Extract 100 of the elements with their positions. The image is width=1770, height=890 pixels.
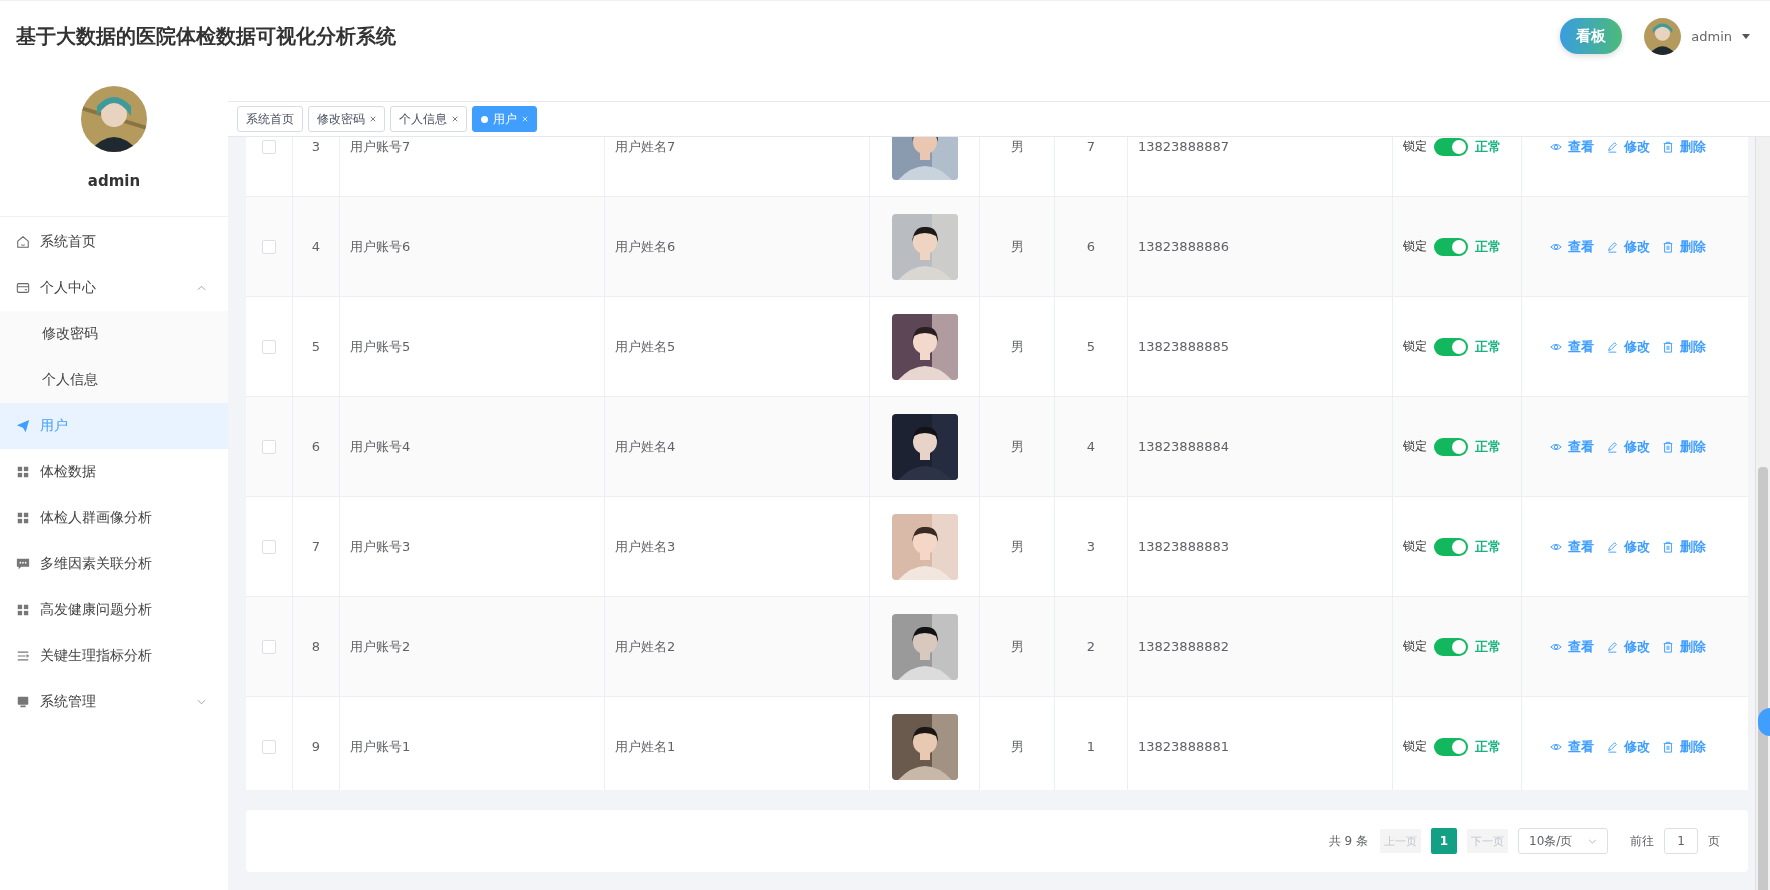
action-link[interactable]: 删除 [1662,537,1706,556]
phone-cell: 13823888883 [1138,539,1229,554]
toggle-switch[interactable] [1434,337,1468,356]
close-icon[interactable] [370,116,376,122]
trash-icon [1662,440,1674,453]
action-link[interactable]: 删除 [1662,737,1706,756]
action-link[interactable]: 查看 [1550,237,1594,256]
action-link[interactable]: 删除 [1662,637,1706,656]
status-label: 正常 [1475,237,1501,256]
menu-item[interactable]: 体检人群画像分析 [0,495,228,541]
account-cell: 用户账号1 [350,737,411,756]
pencil-icon [1606,640,1618,653]
action-link[interactable]: 查看 [1550,537,1594,556]
account-cell: 用户账号6 [350,237,411,256]
action-link[interactable]: 修改 [1606,337,1650,356]
menu-item[interactable]: 系统管理 [0,679,228,725]
toggle-switch[interactable] [1434,437,1468,456]
toggle-switch[interactable] [1434,737,1468,756]
action-link[interactable]: 查看 [1550,637,1594,656]
status-label: 正常 [1475,137,1501,156]
age-cell: 7 [1086,139,1096,154]
row-checkbox[interactable] [262,339,276,354]
chevron-down-icon [1588,838,1597,844]
menu-label: 体检数据 [40,463,97,481]
age-cell: 5 [1086,339,1096,354]
phone-cell: 13823888884 [1138,439,1229,454]
page-number[interactable]: 1 [1431,828,1457,854]
menu-label: 体检人群画像分析 [40,509,153,527]
status-label: 正常 [1475,537,1501,556]
tab[interactable]: 修改密码 [308,106,385,132]
row-checkbox[interactable] [262,139,276,154]
action-link[interactable]: 删除 [1662,237,1706,256]
tab[interactable]: 用户 [472,106,537,132]
menu-item[interactable]: 系统首页 [0,219,228,265]
menu-item[interactable]: 体检数据 [0,449,228,495]
total-count: 共 9 条 [1328,832,1368,850]
lock-label: 锁定 [1403,138,1427,155]
menu-label: 个人中心 [40,279,97,297]
user-avatar[interactable] [1644,17,1682,55]
scrollbar[interactable] [1755,137,1770,890]
action-link[interactable]: 修改 [1606,537,1650,556]
submenu-item[interactable]: 个人信息 [0,357,228,403]
toggle-switch[interactable] [1434,137,1468,156]
phone-cell: 13823888885 [1138,339,1229,354]
action-link[interactable]: 查看 [1550,737,1594,756]
action-link[interactable]: 删除 [1662,137,1706,156]
row-checkbox[interactable] [262,739,276,754]
action-link[interactable]: 删除 [1662,437,1706,456]
submenu-item[interactable]: 修改密码 [0,311,228,357]
action-link[interactable]: 删除 [1662,337,1706,356]
page-input[interactable]: 1 [1664,828,1698,854]
action-link[interactable]: 查看 [1550,337,1594,356]
action-link[interactable]: 修改 [1606,437,1650,456]
menu-item[interactable]: 个人中心 [0,265,228,311]
goto-label: 前往 [1630,832,1654,850]
action-link[interactable]: 修改 [1606,137,1650,156]
user-name[interactable]: admin [1691,28,1732,44]
gender-cell: 男 [1010,437,1024,456]
menu-item[interactable]: 多维因素关联分析 [0,541,228,587]
dashboard-button[interactable]: 看板 [1560,18,1623,54]
action-link[interactable]: 查看 [1550,137,1594,156]
menu-label: 多维因素关联分析 [40,555,153,573]
close-icon[interactable] [452,116,458,122]
menu-item[interactable]: 用户 [0,403,228,449]
toggle-switch[interactable] [1434,537,1468,556]
tab[interactable]: 系统首页 [237,106,303,132]
age-cell: 4 [1086,439,1096,454]
gender-cell: 男 [1010,637,1024,656]
page-size-select[interactable]: 10条/页 [1518,828,1608,854]
gender-cell: 男 [1010,137,1024,156]
toggle-switch[interactable] [1434,237,1468,256]
page-unit: 页 [1708,832,1720,850]
index-cell: 8 [311,639,321,654]
gender-cell: 男 [1010,237,1024,256]
lock-label: 锁定 [1403,738,1427,755]
row-checkbox[interactable] [262,439,276,454]
grid-icon [16,603,30,617]
row-checkbox[interactable] [262,239,276,254]
action-link[interactable]: 修改 [1606,237,1650,256]
index-cell: 3 [311,139,321,154]
tab[interactable]: 个人信息 [390,106,467,132]
row-checkbox[interactable] [262,539,276,554]
card-icon [16,281,30,295]
caret-icon[interactable] [1742,33,1750,39]
menu-item[interactable]: 关键生理指标分析 [0,633,228,679]
lock-label: 锁定 [1403,238,1427,255]
action-link[interactable]: 修改 [1606,737,1650,756]
age-cell: 6 [1086,239,1096,254]
index-cell: 6 [311,439,321,454]
account-cell: 用户账号2 [350,637,411,656]
gender-cell: 男 [1010,737,1024,756]
name-cell: 用户姓名1 [615,737,676,756]
action-link[interactable]: 查看 [1550,437,1594,456]
grid-icon [16,465,30,479]
name-cell: 用户姓名5 [615,337,676,356]
menu-item[interactable]: 高发健康问题分析 [0,587,228,633]
row-checkbox[interactable] [262,639,276,654]
toggle-switch[interactable] [1434,637,1468,656]
lock-label: 锁定 [1403,438,1427,455]
action-link[interactable]: 修改 [1606,637,1650,656]
